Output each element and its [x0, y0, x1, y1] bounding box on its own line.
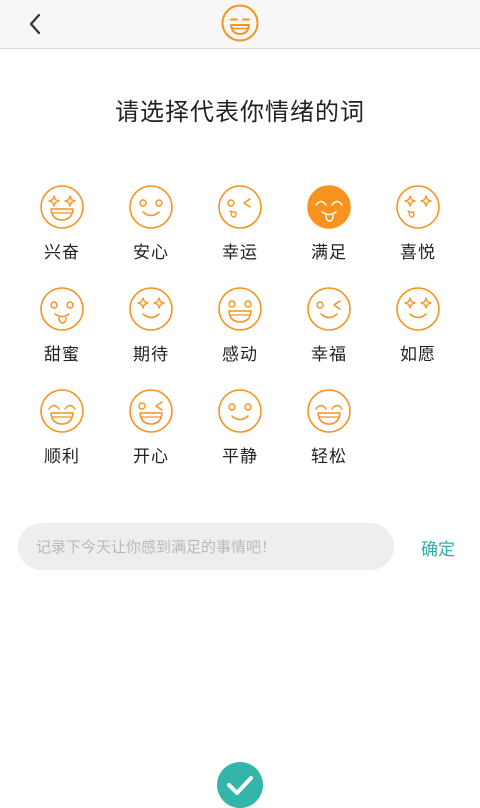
- mood-option[interactable]: 幸福: [289, 286, 369, 376]
- mood-option[interactable]: 平静: [200, 388, 280, 478]
- mood-label: 期待: [133, 345, 169, 365]
- wink-tongue-face-icon: [218, 185, 262, 229]
- mood-label: 兴奋: [44, 243, 80, 263]
- mood-label: 如愿: [400, 345, 436, 365]
- tongue-face-icon: [40, 287, 84, 331]
- mood-option[interactable]: 期待: [111, 286, 191, 376]
- star-eyes-smile-face-icon: [129, 287, 173, 331]
- smile-face-icon: [129, 185, 173, 229]
- mood-label: 平静: [222, 447, 258, 467]
- mood-option[interactable]: 安心: [111, 184, 191, 274]
- mood-label: 喜悦: [400, 243, 436, 263]
- mood-option[interactable]: 如愿: [378, 286, 458, 376]
- note-input[interactable]: [18, 523, 394, 570]
- star-eyes-smile-face-icon: [396, 287, 440, 331]
- mood-option[interactable]: 开心: [111, 388, 191, 478]
- mood-option[interactable]: 喜悦: [378, 184, 458, 274]
- mood-label: 幸福: [311, 345, 347, 365]
- mood-label: 满足: [311, 243, 347, 263]
- star-eyes-tongue-face-icon: [396, 185, 440, 229]
- happy-grin-face-icon: [307, 389, 351, 433]
- mood-option[interactable]: 顺利: [22, 388, 102, 478]
- mood-label: 顺利: [44, 447, 80, 467]
- star-eyes-grin-face-icon: [40, 185, 84, 229]
- mood-label: 轻松: [311, 447, 347, 467]
- mood-label: 安心: [133, 243, 169, 263]
- mood-grid: 兴奋 安心 幸运 满足 喜悦甜蜜 期待 感动 幸福 如愿顺利 开心 平静 轻松: [0, 0, 480, 480]
- mood-label: 幸运: [222, 243, 258, 263]
- mood-option[interactable]: 幸运: [200, 184, 280, 274]
- mood-label: 感动: [222, 345, 258, 365]
- wink-smile-face-icon: [307, 287, 351, 331]
- grin-face-icon: [218, 287, 262, 331]
- checkmark-icon: [227, 776, 253, 795]
- mood-label: 开心: [133, 447, 169, 467]
- wink-grin-face-icon: [129, 389, 173, 433]
- confirm-button[interactable]: 确定: [408, 535, 468, 560]
- happy-tongue-face-icon: [307, 185, 351, 229]
- submit-button[interactable]: [217, 762, 263, 808]
- mood-label: 甜蜜: [44, 345, 80, 365]
- smile-face-icon: [218, 389, 262, 433]
- mood-option[interactable]: 兴奋: [22, 184, 102, 274]
- mood-option[interactable]: 满足: [289, 184, 369, 274]
- mood-option[interactable]: 感动: [200, 286, 280, 376]
- mood-option[interactable]: 甜蜜: [22, 286, 102, 376]
- happy-grin-face-icon: [40, 389, 84, 433]
- mood-option[interactable]: 轻松: [289, 388, 369, 478]
